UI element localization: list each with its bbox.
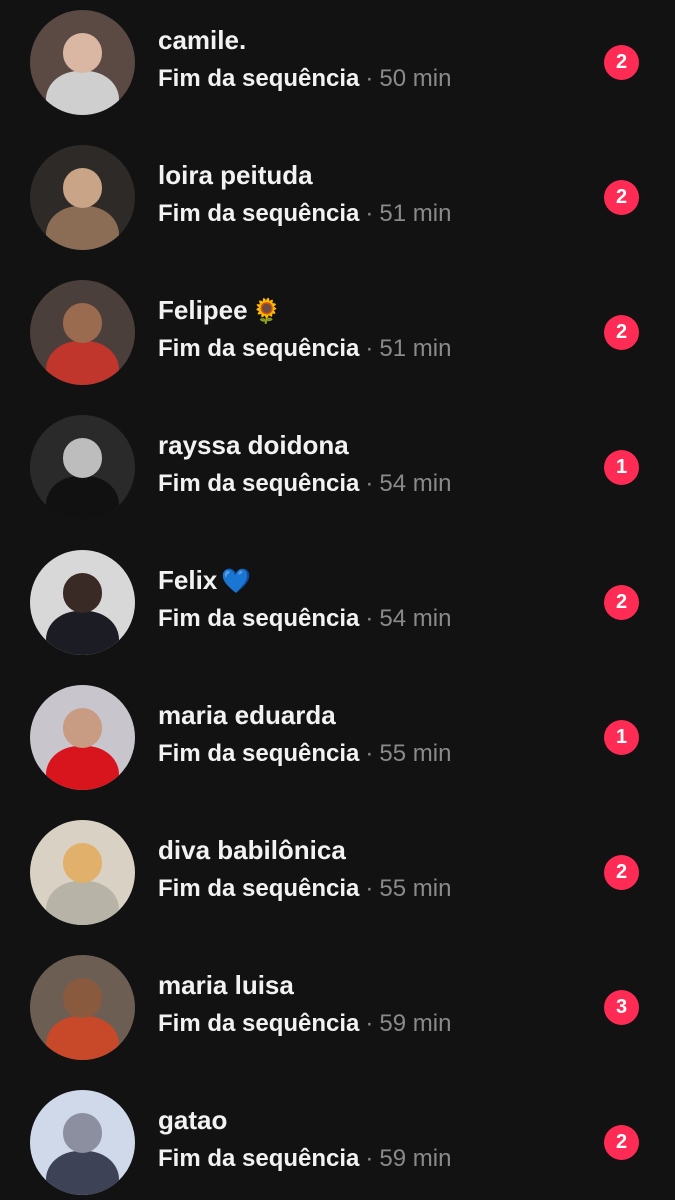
unread-count-badge: 2 xyxy=(604,315,639,350)
contact-name: camile. xyxy=(158,25,246,56)
conversation-row[interactable]: rayssa doidona Fim da sequência · 54 min 1 xyxy=(0,400,675,535)
conversation-row[interactable]: Felix 💙 Fim da sequência · 54 min 2 xyxy=(0,535,675,670)
timestamp: 55 min xyxy=(379,740,452,767)
contact-name-text: maria eduarda xyxy=(158,700,336,730)
message-preview: Fim da sequência · 54 min xyxy=(158,605,451,633)
conversation-row[interactable]: camile. Fim da sequência · 50 min 2 xyxy=(0,0,675,130)
status-text: Fim da sequência xyxy=(158,200,360,227)
contact-name-text: camile. xyxy=(158,25,247,55)
status-text: Fim da sequência xyxy=(158,605,360,632)
separator-dot: · xyxy=(365,605,374,632)
contact-name: gatao xyxy=(158,1105,227,1136)
conversation-row[interactable]: loira peituda Fim da sequência · 51 min 2 xyxy=(0,130,675,265)
name-emoji-icon: 💙 xyxy=(221,567,252,595)
contact-name: Felipee 🌻 xyxy=(158,295,281,326)
timestamp: 59 min xyxy=(379,1010,452,1037)
contact-name-text: loira peituda xyxy=(158,160,313,190)
unread-count-badge: 3 xyxy=(604,990,639,1025)
message-preview: Fim da sequência · 50 min xyxy=(158,65,451,93)
timestamp: 55 min xyxy=(379,875,452,902)
contact-name: diva babilônica xyxy=(158,835,346,866)
avatar[interactable] xyxy=(30,145,135,250)
avatar[interactable] xyxy=(30,820,135,925)
contact-name-text: rayssa doidona xyxy=(158,430,349,460)
status-text: Fim da sequência xyxy=(158,1010,360,1037)
status-text: Fim da sequência xyxy=(158,1145,360,1172)
contact-name: maria eduarda xyxy=(158,700,336,731)
status-text: Fim da sequência xyxy=(158,335,360,362)
separator-dot: · xyxy=(365,470,374,497)
avatar[interactable] xyxy=(30,1090,135,1195)
unread-count-badge: 2 xyxy=(604,180,639,215)
conversation-row[interactable]: maria luisa Fim da sequência · 59 min 3 xyxy=(0,940,675,1075)
contact-name-text: Felipee xyxy=(158,295,248,325)
conversation-row[interactable]: diva babilônica Fim da sequência · 55 min 2 xyxy=(0,805,675,940)
message-preview: Fim da sequência · 54 min xyxy=(158,470,451,498)
avatar[interactable] xyxy=(30,955,135,1060)
unread-count-badge: 2 xyxy=(604,45,639,80)
unread-count-badge: 2 xyxy=(604,855,639,890)
separator-dot: · xyxy=(365,875,374,902)
avatar[interactable] xyxy=(30,550,135,655)
timestamp: 54 min xyxy=(379,605,452,632)
separator-dot: · xyxy=(365,200,374,227)
contact-name-text: maria luisa xyxy=(158,970,294,1000)
message-preview: Fim da sequência · 55 min xyxy=(158,740,451,768)
message-preview: Fim da sequência · 59 min xyxy=(158,1145,451,1173)
timestamp: 51 min xyxy=(379,200,452,227)
contact-name: Felix 💙 xyxy=(158,565,251,596)
conversation-row[interactable]: Felipee 🌻 Fim da sequência · 51 min 2 xyxy=(0,265,675,400)
avatar[interactable] xyxy=(30,415,135,520)
contact-name: rayssa doidona xyxy=(158,430,349,461)
message-preview: Fim da sequência · 55 min xyxy=(158,875,451,903)
conversation-row[interactable]: maria eduarda Fim da sequência · 55 min 1 xyxy=(0,670,675,805)
contact-name: maria luisa xyxy=(158,970,294,1001)
status-text: Fim da sequência xyxy=(158,875,360,902)
contact-name-text: gatao xyxy=(158,1105,228,1135)
contact-name-text: Felix xyxy=(158,565,218,595)
message-preview: Fim da sequência · 51 min xyxy=(158,200,451,228)
status-text: Fim da sequência xyxy=(158,65,360,92)
status-text: Fim da sequência xyxy=(158,470,360,497)
timestamp: 50 min xyxy=(379,65,452,92)
contact-name-text: diva babilônica xyxy=(158,835,346,865)
timestamp: 54 min xyxy=(379,470,452,497)
separator-dot: · xyxy=(365,335,374,362)
avatar[interactable] xyxy=(30,685,135,790)
unread-count-badge: 1 xyxy=(604,450,639,485)
separator-dot: · xyxy=(365,1010,374,1037)
avatar[interactable] xyxy=(30,280,135,385)
conversation-list: camile. Fim da sequência · 50 min 2 loira pei… xyxy=(0,0,675,1200)
separator-dot: · xyxy=(365,1145,374,1172)
conversation-row[interactable]: gatao Fim da sequência · 59 min 2 xyxy=(0,1075,675,1200)
timestamp: 59 min xyxy=(379,1145,452,1172)
message-preview: Fim da sequência · 59 min xyxy=(158,1010,451,1038)
avatar[interactable] xyxy=(30,10,135,115)
status-text: Fim da sequência xyxy=(158,740,360,767)
unread-count-badge: 2 xyxy=(604,1125,639,1160)
contact-name: loira peituda xyxy=(158,160,313,191)
unread-count-badge: 1 xyxy=(604,720,639,755)
timestamp: 51 min xyxy=(379,335,452,362)
separator-dot: · xyxy=(365,65,374,92)
message-preview: Fim da sequência · 51 min xyxy=(158,335,451,363)
unread-count-badge: 2 xyxy=(604,585,639,620)
name-emoji-icon: 🌻 xyxy=(251,297,282,325)
separator-dot: · xyxy=(365,740,374,767)
